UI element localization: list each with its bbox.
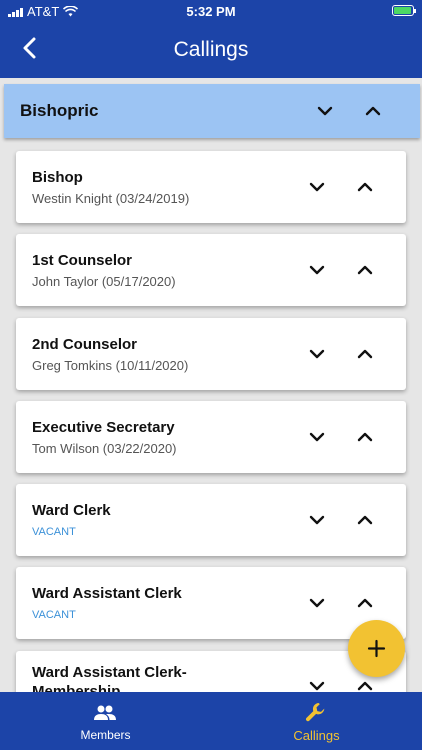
bottom-tab-bar: Members Callings [0,692,422,750]
chevron-down-icon[interactable] [306,259,328,281]
chevron-up-icon[interactable] [354,592,376,614]
chevron-down-icon[interactable] [314,100,336,122]
app-header: AT&T 5:32 PM Callings [0,0,422,78]
add-calling-button[interactable] [348,620,405,677]
chevron-down-icon[interactable] [306,592,328,614]
calling-name: Executive Secretary [32,419,175,436]
chevron-up-icon[interactable] [354,509,376,531]
chevron-up-icon[interactable] [362,100,384,122]
calling-holder: Tom Wilson (03/22/2020) [32,441,177,456]
calling-card[interactable]: Executive Secretary Tom Wilson (03/22/20… [16,401,406,473]
vacant-label: VACANT [32,526,76,538]
callings-list[interactable]: Bishopric Bishop Westin Knight (03/24/20… [0,78,422,692]
group-header-bishopric[interactable]: Bishopric [4,84,420,138]
calling-holder: Westin Knight (03/24/2019) [32,191,190,206]
chevron-down-icon[interactable] [306,509,328,531]
calling-name: Bishop [32,169,83,186]
status-bar: AT&T 5:32 PM [0,0,422,24]
calling-name: Ward Clerk [32,502,111,519]
chevron-down-icon[interactable] [306,675,328,692]
calling-card[interactable]: Ward Clerk VACANT [16,484,406,556]
calling-holder: John Taylor (05/17/2020) [32,274,176,289]
calling-card[interactable]: 2nd Counselor Greg Tomkins (10/11/2020) [16,318,406,390]
chevron-up-icon[interactable] [354,176,376,198]
chevron-down-icon[interactable] [306,343,328,365]
calling-card[interactable]: Bishop Westin Knight (03/24/2019) [16,151,406,223]
status-time: 5:32 PM [186,4,236,19]
chevron-down-icon[interactable] [306,426,328,448]
calling-card[interactable]: 1st Counselor John Taylor (05/17/2020) [16,234,406,306]
vacant-label: VACANT [32,609,76,621]
page-title: Callings [173,38,249,61]
calling-name: 2nd Counselor [32,336,138,353]
people-icon [94,705,116,720]
chevron-up-icon[interactable] [354,343,376,365]
chevron-up-icon[interactable] [354,259,376,281]
chevron-up-icon[interactable] [354,426,376,448]
calling-holder: Greg Tomkins (10/11/2020) [32,358,189,373]
chevron-up-icon[interactable] [354,675,376,692]
tab-callings[interactable]: Callings [211,692,422,750]
calling-card[interactable]: Ward Assistant Clerk-Membership [16,651,406,692]
calling-name: Ward Assistant Clerk [32,585,182,602]
battery-icon [392,5,416,16]
group-name: Bishopric [20,101,99,120]
tab-label: Callings [293,728,340,743]
wrench-icon [306,703,325,722]
calling-card[interactable]: Ward Assistant Clerk VACANT [16,567,406,639]
calling-name: 1st Counselor [32,252,133,269]
plus-icon [367,639,386,658]
calling-name: Ward Assistant Clerk-Membership [32,664,187,692]
tab-label: Members [80,728,131,742]
chevron-down-icon[interactable] [306,176,328,198]
tab-members[interactable]: Members [0,692,211,750]
